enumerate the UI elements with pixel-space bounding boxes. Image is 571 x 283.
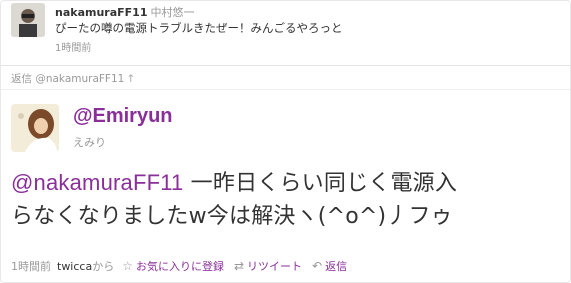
favorite-label: お気に入りに登録 <box>135 260 224 273</box>
mention-link[interactable]: @nakamuraFF11 <box>11 170 183 195</box>
parent-avatar[interactable] <box>11 3 45 37</box>
reply-icon: ↶ <box>312 259 323 273</box>
tweet-text-line2: らなくなりましたw今は解決ヽ(^o^)丿フゥ <box>11 204 453 229</box>
star-icon: ☆ <box>122 259 133 273</box>
favorite-button[interactable]: ☆ お気に入りに登録 <box>122 258 224 274</box>
divider <box>1 65 570 66</box>
tweet-meta: 1時間前 twicca から ☆ お気に入りに登録 ⇄ リツイート ↶ 返信 <box>11 258 347 274</box>
main-timestamp[interactable]: 1時間前 <box>11 258 51 274</box>
parent-tweet: nakamuraFF11 中村悠一 ぴーたの噂の電源トラブルきたぜー！みんごるやろ… <box>1 1 570 65</box>
parent-timestamp[interactable]: 1時間前 <box>55 39 91 54</box>
tweet-frame: nakamuraFF11 中村悠一 ぴーたの噂の電源トラブルきたぜー！みんごるやろ… <box>0 0 571 283</box>
main-tweet-text: @nakamuraFF11 一昨日くらい同じく電源入 らなくなりましたw今は解決… <box>11 166 556 233</box>
main-screen-name[interactable]: @Emiryun <box>73 105 173 128</box>
tweet-text-line1: 一昨日くらい同じく電源入 <box>183 171 458 196</box>
parent-tweet-text: ぴーたの噂の電源トラブルきたぜー！みんごるやろっと <box>55 21 343 35</box>
parent-screen-name[interactable]: nakamuraFF11 <box>55 6 147 19</box>
reply-button[interactable]: ↶ 返信 <box>312 258 347 274</box>
retweet-label: リツイート <box>247 260 303 273</box>
divider <box>1 89 570 90</box>
up-arrow-icon: ↑ <box>126 73 136 85</box>
main-avatar[interactable] <box>11 104 59 152</box>
in-reply-to[interactable]: 返信 @nakamuraFF11 ↑ <box>11 71 135 86</box>
parent-user-line: nakamuraFF11 中村悠一 <box>55 4 194 20</box>
main-real-name: えみり <box>73 136 106 149</box>
parent-real-name: 中村悠一 <box>150 6 195 19</box>
source-suffix: から <box>92 260 115 273</box>
source-app-link[interactable]: twicca <box>57 260 92 273</box>
retweet-icon: ⇄ <box>233 259 245 273</box>
reply-label: 返信 <box>325 260 348 273</box>
retweet-button[interactable]: ⇄ リツイート <box>234 258 302 274</box>
reply-to-label: 返信 @nakamuraFF11 <box>11 73 125 85</box>
